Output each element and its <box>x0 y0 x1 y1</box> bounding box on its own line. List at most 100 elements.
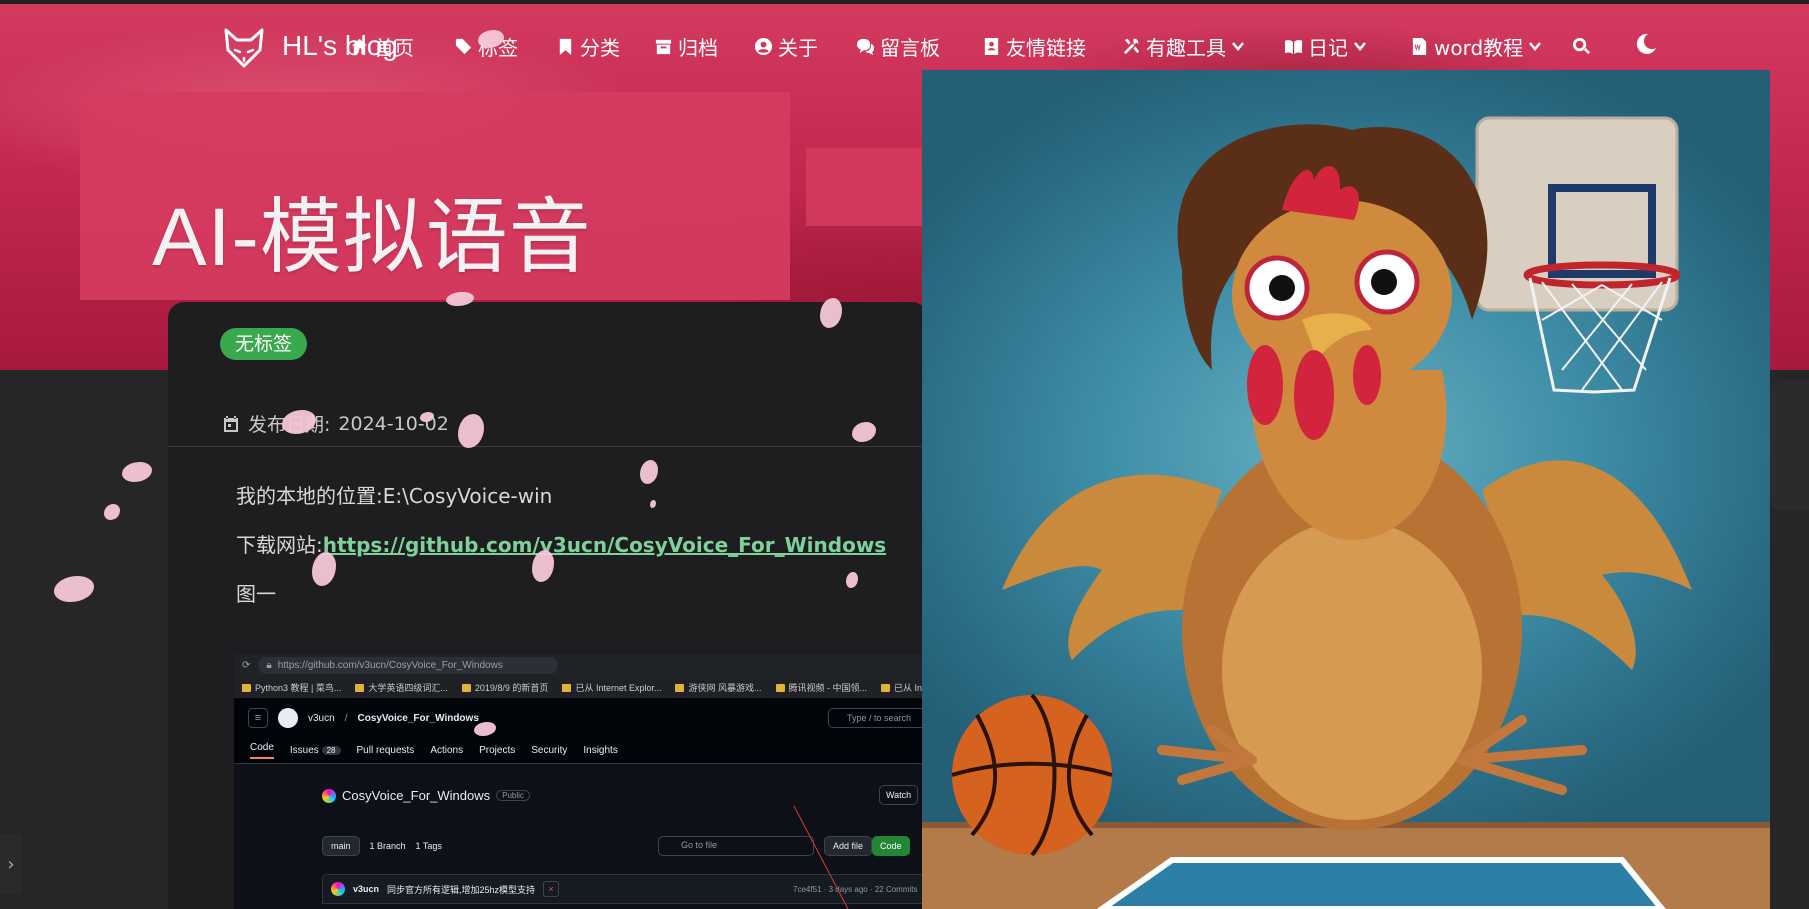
comments-icon <box>856 38 875 55</box>
nav-diary[interactable]: 日记 <box>1284 32 1367 60</box>
chevron-down-icon <box>1232 42 1244 51</box>
watch-button: Watch <box>879 785 919 805</box>
nav-friend-links[interactable]: 友情链接 <box>982 32 1086 60</box>
url-box: 🔒︎ https://github.com/v3ucn/CosyVoice_For… <box>258 656 559 674</box>
chevron-down-icon <box>1529 42 1542 51</box>
navbar: HL's blog 首页 标签 分类 归档 关于 留言板 友情链接 有趣工具 日… <box>0 20 1809 76</box>
close-icon: × <box>543 881 560 897</box>
nav-label: 归档 <box>678 35 718 60</box>
commit-author: v3ucn <box>353 884 380 894</box>
tools-icon <box>1123 38 1140 54</box>
location-line: 我的本地的位置:E:\CosyVoice-win <box>236 484 553 508</box>
nav-label: 首页 <box>374 35 414 60</box>
branch-row: main 1 Branch 1 Tags <box>322 836 442 856</box>
download-label: 下载网站: <box>236 533 323 557</box>
nav-categories[interactable]: 分类 <box>556 32 620 60</box>
github-tabs: Code Issues 28 Pull requests Actions Pro… <box>234 738 928 764</box>
fox-logo-icon[interactable] <box>222 26 266 70</box>
reload-icon: ⟳ <box>242 659 251 671</box>
author-avatar <box>331 882 345 896</box>
tab-label: Issues <box>289 745 319 756</box>
post-title-box: AI-模拟语音 <box>80 92 790 300</box>
word-icon <box>1412 37 1427 55</box>
nav-archive[interactable]: 归档 <box>654 32 718 60</box>
home-icon <box>351 38 368 54</box>
nav-fun-tools[interactable]: 有趣工具 <box>1122 32 1245 60</box>
commit-count: 22 Commits <box>874 885 918 894</box>
url-text: https://github.com/v3ucn/CosyVoice_For_W… <box>277 659 503 671</box>
tag-count: 1 Tags <box>415 841 442 851</box>
add-file-button: Add file <box>824 836 873 856</box>
branch-select: main <box>322 836 360 856</box>
tab-security: Security <box>531 745 568 756</box>
nav-label: word教程 <box>1434 35 1524 60</box>
search-button[interactable] <box>1572 32 1591 60</box>
bookmark-item: 已从 Internet Explor... <box>562 681 661 694</box>
post-date-meta: 发布日期: 2024-10-02 <box>222 410 449 437</box>
repo-path: CosyVoice_For_Windows <box>357 712 479 724</box>
nav-label: 有趣工具 <box>1146 35 1226 60</box>
github-search: Type / to search <box>828 708 928 728</box>
nav-label: 分类 <box>580 35 620 60</box>
nav-label: 留言板 <box>880 35 940 60</box>
post-tag-badge[interactable]: 无标签 <box>220 328 308 360</box>
tab-pull-requests: Pull requests <box>356 745 415 756</box>
nav-label: 关于 <box>778 35 818 60</box>
tag-icon <box>455 38 472 54</box>
nav-label: 友情链接 <box>1006 35 1086 60</box>
branch-count: 1 Branch <box>369 841 406 851</box>
latest-commit: v3ucn 同步官方所有逻辑,增加25hz模型支持 × 7ce4f51 · 3 … <box>322 874 928 904</box>
code-button: Code <box>872 836 910 856</box>
issues-count: 28 <box>321 746 341 755</box>
search-icon <box>1572 37 1591 54</box>
path-separator: / <box>344 712 348 724</box>
top-edge <box>0 0 1809 4</box>
user-circle-icon <box>754 37 773 55</box>
browser-url-bar: ⟳ 🔒︎ https://github.com/v3ucn/CosyVoice_F… <box>234 654 928 676</box>
nav-about[interactable]: 关于 <box>754 32 818 60</box>
bookmark-item: 游侠网 风暴游戏... <box>675 681 761 694</box>
download-line: 下载网站:https://github.com/v3ucn/CosyVoice_… <box>236 529 886 558</box>
tab-actions: Actions <box>430 745 464 756</box>
nav-home[interactable]: 首页 <box>350 32 414 60</box>
lock-icon: 🔒︎ <box>266 659 272 671</box>
archive-icon <box>655 39 672 54</box>
figure-image-github: ⟳ 🔒︎ https://github.com/v3ucn/CosyVoice_F… <box>234 654 928 909</box>
sidebar-expand-arrow-icon[interactable]: › <box>0 834 22 894</box>
calendar-icon <box>224 415 238 432</box>
repo-name: CosyVoice_For_Windows <box>342 788 491 803</box>
tab-code: Code <box>250 742 274 759</box>
side-panel-edge <box>1770 380 1809 510</box>
rooster-illustration <box>922 116 1770 909</box>
bookmark-item: 大学英语四级词汇... <box>355 681 448 694</box>
tab-insights: Insights <box>583 745 618 756</box>
repo-owner: v3ucn <box>308 712 335 724</box>
moon-icon <box>1636 33 1656 54</box>
bookmark-item: 2019/8/9 的新首页 <box>462 681 549 694</box>
repo-avatar <box>322 788 336 803</box>
repo-title: CosyVoice_For_Windows Public <box>322 788 530 803</box>
popup-image-rooster-basketball[interactable] <box>922 70 1770 909</box>
address-book-icon <box>984 37 999 55</box>
theme-toggle[interactable] <box>1634 30 1658 58</box>
bookmark-item: 腾讯视频 - 中国领... <box>776 681 868 694</box>
nav-word-tutorial[interactable]: word教程 <box>1410 32 1542 60</box>
menu-icon: ≡ <box>248 708 268 728</box>
chevron-down-icon <box>1354 42 1366 51</box>
post-title: AI-模拟语音 <box>152 192 592 283</box>
nav-guestbook[interactable]: 留言板 <box>856 32 940 60</box>
bookmarks-bar: Python3 教程 | 菜鸟... 大学英语四级词汇... 2019/8/9 … <box>234 676 928 698</box>
divider <box>168 446 928 447</box>
download-link[interactable]: https://github.com/v3ucn/CosyVoice_For_W… <box>323 533 886 557</box>
nav-label: 日记 <box>1308 35 1348 60</box>
github-header: ≡ v3ucn / CosyVoice_For_Windows Type / t… <box>234 698 928 738</box>
commit-meta: 7ce4f51 · 3 days ago · 22 Commits <box>793 885 918 894</box>
tab-issues: Issues 28 <box>290 745 341 756</box>
visibility-badge: Public <box>496 790 530 801</box>
tab-projects: Projects <box>479 745 516 756</box>
github-logo-icon <box>278 708 298 728</box>
figure-caption: 图一 <box>236 582 276 606</box>
bookmark-item: 已从 Inter <box>881 681 928 694</box>
bookmark-icon <box>559 38 572 55</box>
commit-message: 同步官方所有逻辑,增加25hz模型支持 <box>387 884 536 895</box>
